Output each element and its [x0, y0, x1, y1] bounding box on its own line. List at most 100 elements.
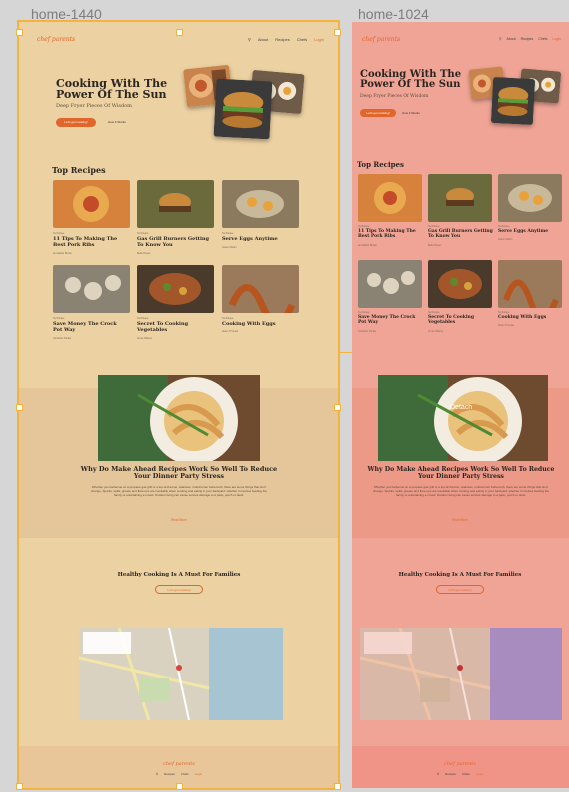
artboard-home-1440[interactable]: chef parents ⚲ About Recipes Chefs Login…	[17, 20, 340, 790]
recipe-card-author: Aiden Thomas	[222, 330, 239, 333]
hero-primary-button[interactable]: Let's get cooking!	[360, 109, 396, 117]
nav-links: ⚲ About Recipes Chefs Login	[248, 37, 324, 42]
recipe-card-title[interactable]: Save Money The Crock Pot Way	[53, 321, 125, 333]
hero-primary-button[interactable]: Let's get cooking!	[56, 118, 96, 127]
footer-bg	[352, 746, 569, 788]
cta-button[interactable]: Let's get cooking!	[436, 585, 484, 594]
search-icon[interactable]: ⚲	[437, 772, 439, 776]
resize-handle[interactable]	[176, 783, 183, 790]
recipe-card-author: Grace Martin	[222, 246, 237, 249]
nav-item-about[interactable]: About	[258, 37, 268, 42]
recipe-card-image[interactable]	[428, 260, 492, 308]
recipe-card-title[interactable]: Gas Grill Burners Getting To Know You	[137, 236, 215, 248]
footer-login[interactable]: Login	[476, 772, 483, 776]
footer-login[interactable]: Login	[195, 772, 202, 776]
recipe-card-title[interactable]: Gas Grill Burners Getting To Know You	[428, 229, 494, 240]
recipe-card-tag: Technique	[498, 311, 510, 314]
footer-item-recipes[interactable]: Recipes	[164, 772, 175, 776]
recipe-card-author: Bella Hayes	[137, 252, 151, 255]
recipe-card-title[interactable]: Cooking With Eggs	[222, 321, 302, 328]
nav-links: ⚲ About Recipes Chefs Login	[499, 37, 561, 41]
recipe-card-image[interactable]	[428, 174, 492, 222]
footer-links: ⚲ Recipes Chefs Login	[129, 772, 229, 776]
recipe-card-image[interactable]	[358, 174, 422, 222]
recipe-card-title[interactable]: 11 Tips To Making The Best Pork Ribs	[53, 236, 129, 248]
location-map[interactable]	[360, 628, 562, 720]
nav-item-recipes[interactable]: Recipes	[521, 37, 534, 41]
footer-links: ⚲ Recipes Chefs Login	[410, 772, 510, 776]
recipe-card-image[interactable]	[498, 260, 562, 308]
prototype-connector[interactable]	[338, 352, 352, 353]
recipe-card-author: Annabelle Brown	[358, 244, 377, 247]
resize-handle[interactable]	[334, 29, 341, 36]
footer-logo[interactable]: chef parents	[420, 761, 500, 767]
footer-item-chefs[interactable]: Chefs	[181, 772, 189, 776]
nav-login[interactable]: Login	[552, 37, 561, 41]
detach-label[interactable]: Detach	[450, 404, 472, 411]
read-more-link[interactable]: Read More	[159, 518, 199, 522]
recipe-card-image[interactable]	[53, 265, 130, 313]
site-logo[interactable]: chef parents	[37, 36, 75, 43]
cta-button[interactable]: Let's get cooking!	[155, 585, 203, 594]
recipe-card-author: Bella Hayes	[428, 244, 442, 247]
recipe-card-title[interactable]: Cooking With Eggs	[498, 315, 566, 321]
recipe-card-image[interactable]	[498, 174, 562, 222]
footer-logo[interactable]: chef parents	[139, 761, 219, 767]
frame-title-home-1440[interactable]: home-1440	[31, 6, 102, 22]
cta-title: Healthy Cooking Is A Must For Families	[117, 572, 241, 578]
recipe-card-image[interactable]	[358, 260, 422, 308]
recipe-card-title[interactable]: 11 Tips To Making The Best Pork Ribs	[358, 229, 420, 240]
recipe-card-title[interactable]: Secret To Cooking Vegetables	[137, 321, 209, 333]
nav-login[interactable]: Login	[314, 37, 324, 42]
recipe-card-tag: Technique	[358, 311, 370, 314]
nav-item-recipes[interactable]: Recipes	[275, 37, 289, 42]
feature-title: Why Do Make Ahead Recipes Work So Well T…	[80, 465, 278, 481]
feature-image	[98, 375, 260, 461]
recipe-card-image[interactable]	[137, 265, 214, 313]
search-icon[interactable]: ⚲	[248, 37, 251, 42]
frame-title-home-1024[interactable]: home-1024	[358, 6, 429, 22]
top-recipes-heading: Top Recipes	[357, 160, 404, 169]
recipe-card-image[interactable]	[222, 180, 299, 228]
recipe-card-tag: Technique	[53, 232, 65, 235]
resize-handle[interactable]	[334, 404, 341, 411]
nav-item-chefs[interactable]: Chefs	[297, 37, 307, 42]
recipe-card-tag: Technique	[498, 225, 510, 228]
recipe-card-tag: Technique	[428, 225, 440, 228]
nav-item-chefs[interactable]: Chefs	[538, 37, 547, 41]
resize-handle[interactable]	[16, 29, 23, 36]
artboard-home-1024[interactable]: chef parents ⚲ About Recipes Chefs Login…	[352, 22, 569, 788]
resize-handle[interactable]	[16, 783, 23, 790]
recipe-card-image[interactable]	[137, 180, 214, 228]
recipe-card-author: Jonathan Parker	[358, 330, 377, 333]
resize-handle[interactable]	[16, 404, 23, 411]
recipe-card-tag: Technique	[358, 225, 370, 228]
resize-handle[interactable]	[176, 29, 183, 36]
footer-item-chefs[interactable]: Chefs	[462, 772, 470, 776]
recipe-card-title[interactable]: Secret To Cooking Vegetables	[428, 315, 490, 326]
recipe-card-title[interactable]: Serve Eggs Anytime	[222, 236, 302, 243]
recipe-card-image[interactable]	[222, 265, 299, 313]
recipe-card-tag: Technique	[137, 317, 149, 320]
recipe-card-image[interactable]	[53, 180, 130, 228]
top-recipes-heading: Top Recipes	[52, 165, 106, 175]
read-more-link[interactable]: Read More	[440, 518, 480, 522]
recipe-card-author: Annie Waters	[137, 337, 152, 340]
resize-handle[interactable]	[334, 783, 341, 790]
nav-bar: chef parents ⚲ About Recipes Chefs Login	[352, 36, 569, 48]
recipe-card-tag: Technique	[428, 311, 440, 314]
hero-secondary-button[interactable]: How It Works	[108, 118, 126, 127]
hero-photo-burger	[490, 76, 536, 126]
hero-secondary-button[interactable]: How It Works	[402, 109, 420, 117]
recipe-card-title[interactable]: Serve Eggs Anytime	[498, 229, 566, 235]
footer-item-recipes[interactable]: Recipes	[445, 772, 456, 776]
recipe-card-title[interactable]: Save Money The Crock Pot Way	[358, 315, 420, 326]
site-logo[interactable]: chef parents	[362, 36, 400, 43]
location-map[interactable]	[79, 628, 283, 720]
search-icon[interactable]: ⚲	[499, 37, 502, 41]
recipe-card-author: Grace Martin	[498, 238, 513, 241]
nav-item-about[interactable]: About	[506, 37, 515, 41]
feature-image	[378, 375, 548, 461]
search-icon[interactable]: ⚲	[156, 772, 158, 776]
hero-subtitle: Deep Fryer Pieces Of Wisdom	[56, 103, 132, 109]
